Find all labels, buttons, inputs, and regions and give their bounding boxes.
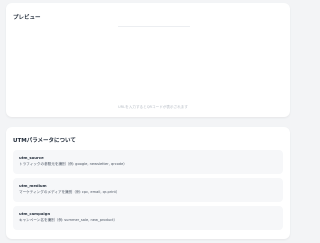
utm-campaign-description: キャンペーン名を識別（例: summer_sale, new_product） — [19, 218, 118, 222]
utm-source-name: utm_source — [19, 155, 44, 160]
utm-campaign-name: utm_campaign — [19, 211, 51, 216]
utm-source-item: utm_source トラフィックの参照元を識別（例: google, news… — [13, 150, 283, 174]
utm-medium-name: utm_medium — [19, 183, 47, 188]
utm-medium-item: utm_medium マーケティングのメディアを識別（例: cpc, email… — [13, 178, 283, 202]
qr-placeholder-text: URLを入力するとQRコードが表示されます — [118, 105, 188, 109]
preview-title: プレビュー — [13, 15, 41, 21]
preview-card: プレビュー URLを入力するとQRコードが表示されます — [6, 3, 290, 117]
page: プレビュー URLを入力するとQRコードが表示されます UTMパラメータについて… — [0, 0, 300, 243]
utm-info-title: UTMパラメータについて — [13, 138, 76, 144]
preview-divider — [118, 26, 190, 27]
utm-medium-description: マーケティングのメディアを識別（例: cpc, email, qr-print） — [19, 190, 120, 194]
utm-campaign-item: utm_campaign キャンペーン名を識別（例: summer_sale, … — [13, 206, 283, 230]
utm-info-card: UTMパラメータについて utm_source トラフィックの参照元を識別（例:… — [6, 127, 290, 239]
utm-source-description: トラフィックの参照元を識別（例: google, newsletter, qrc… — [19, 162, 127, 166]
